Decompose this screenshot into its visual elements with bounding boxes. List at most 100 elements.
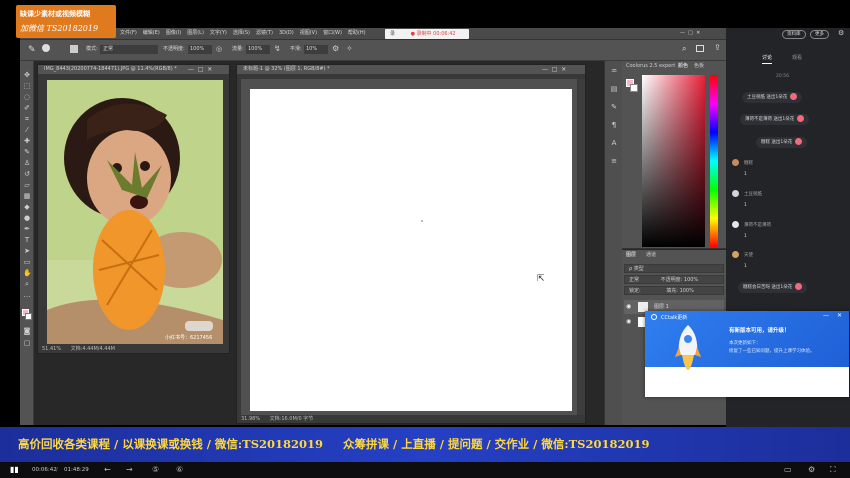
- pause-icon[interactable]: ▮▮: [10, 462, 19, 478]
- menu-item[interactable]: 选择(S): [233, 31, 250, 36]
- hand-tool-icon[interactable]: ✋: [23, 269, 32, 277]
- canvas-scrollbar[interactable]: [578, 79, 585, 415]
- brush-tool-icon[interactable]: ✎: [28, 45, 36, 55]
- healing-brush-icon[interactable]: ✚: [23, 137, 31, 145]
- brush-tool-icon[interactable]: ✎: [23, 148, 31, 156]
- layer-filter[interactable]: ρ 类型: [624, 264, 724, 273]
- menu-item[interactable]: 滤镜(T): [256, 31, 273, 36]
- opacity-field[interactable]: 100%: [188, 45, 212, 54]
- history-panel-icon[interactable]: ♒: [610, 67, 618, 75]
- window-controls[interactable]: — □ ✕: [680, 31, 700, 36]
- layer-name[interactable]: 图层 1: [654, 305, 669, 310]
- blur-tool-icon[interactable]: ◆: [23, 203, 31, 211]
- zoom-tool-icon[interactable]: ⌕: [23, 280, 31, 288]
- recording-indicator[interactable]: 录 ● 录制中 00:06:42: [385, 29, 469, 39]
- ps-menubar: 文件(F) 编辑(E) 图像(I) 图层(L) 文字(Y) 选择(S) 滤镜(T) 3D(D)…: [20, 28, 726, 40]
- tab-channels[interactable]: 通道: [642, 250, 660, 260]
- background-color-swatch[interactable]: [25, 313, 32, 320]
- pen-tool-icon[interactable]: ✒: [23, 225, 31, 233]
- brush-preset-icon[interactable]: [42, 44, 50, 52]
- canvas-zoom[interactable]: 31.98%: [241, 416, 260, 422]
- adjustments-panel-icon[interactable]: ▤: [610, 85, 618, 93]
- gradient-tool-icon[interactable]: ▦: [23, 192, 31, 200]
- move-tool-icon[interactable]: ✥: [23, 71, 31, 79]
- menu-item[interactable]: 帮助(H): [348, 31, 366, 36]
- path-select-icon[interactable]: ➤: [23, 247, 31, 255]
- brush-panel-icon[interactable]: ✎: [610, 103, 618, 111]
- menu-item[interactable]: 编辑(E): [143, 31, 160, 36]
- character-panel-icon[interactable]: A: [610, 139, 618, 147]
- smoothing-field[interactable]: 10%: [304, 45, 328, 54]
- fullscreen-toggle-icon[interactable]: ▭: [784, 462, 792, 478]
- share-icon[interactable]: ⇪: [714, 43, 721, 52]
- layer-opacity-field[interactable]: 100%: [684, 277, 698, 283]
- rewind-icon[interactable]: ⑥: [176, 462, 183, 478]
- mode-select[interactable]: 正常: [100, 45, 158, 54]
- menu-item[interactable]: 文字(Y): [210, 31, 227, 36]
- search-icon[interactable]: ⌕: [682, 44, 686, 54]
- close-icon[interactable]: ✕: [837, 312, 842, 319]
- more-button[interactable]: 更多: [810, 30, 829, 39]
- canvas-document-tab[interactable]: 未标题-1 @ 32% (图层 1, RGB/8#) *: [237, 65, 585, 74]
- blend-mode-select[interactable]: 正常: [629, 277, 639, 283]
- tab-viewers[interactable]: 观看: [792, 54, 802, 61]
- expand-icon[interactable]: ⛶: [830, 462, 836, 478]
- photo-window-controls[interactable]: — □ ✕: [188, 65, 212, 74]
- color-field[interactable]: [642, 75, 705, 247]
- clone-source-icon[interactable]: ¶: [610, 121, 618, 129]
- history-brush-icon[interactable]: ↺: [23, 170, 31, 178]
- type-tool-icon[interactable]: T: [23, 236, 31, 244]
- tab-coolorus[interactable]: Coolorus 2.5 expert: [622, 61, 679, 71]
- minimize-icon[interactable]: —: [823, 312, 829, 319]
- tab-swatches[interactable]: 色板: [690, 61, 708, 71]
- dodge-tool-icon[interactable]: ●: [23, 214, 31, 222]
- eraser-icon[interactable]: ▱: [23, 181, 31, 189]
- menu-item[interactable]: 视图(V): [300, 31, 317, 36]
- library-button[interactable]: 资料库: [782, 30, 806, 39]
- workspace-icon[interactable]: [696, 45, 704, 52]
- speed-icon[interactable]: ⑤: [152, 462, 159, 478]
- quick-mask-icon[interactable]: ◙: [23, 327, 31, 335]
- menu-item[interactable]: 窗口(W): [323, 31, 342, 36]
- crop-tool-icon[interactable]: ⌗: [23, 115, 31, 123]
- previous-icon[interactable]: ←: [104, 462, 111, 478]
- menu-item[interactable]: 文件(F): [120, 31, 137, 36]
- canvas-document-window[interactable]: 未标题-1 @ 32% (图层 1, RGB/8#) * — □ ✕ ⇱ 31.…: [236, 64, 586, 424]
- shape-tool-icon[interactable]: ▭: [23, 258, 31, 266]
- smoothing-options-icon[interactable]: ⚙: [332, 44, 339, 53]
- photo-zoom[interactable]: 51.41%: [42, 346, 61, 352]
- next-icon[interactable]: →: [126, 462, 133, 478]
- brush-settings-icon[interactable]: [70, 45, 78, 53]
- paragraph-panel-icon[interactable]: ≡: [610, 157, 618, 165]
- photo-document-window[interactable]: IMG_8443(20200774-184471).JPG @ 11.4%(RG…: [37, 64, 230, 354]
- menu-item[interactable]: 3D(D): [279, 31, 294, 36]
- tab-layers[interactable]: 图层: [622, 250, 640, 260]
- hue-slider[interactable]: [710, 75, 718, 247]
- tab-discussion[interactable]: 讨论: [762, 54, 773, 64]
- settings-gear-icon[interactable]: ⚙: [808, 462, 815, 478]
- blend-mode-row[interactable]: 正常 不透明度: 100%: [624, 275, 724, 284]
- quick-select-icon[interactable]: ✐: [23, 104, 31, 112]
- visibility-eye-icon[interactable]: ◉: [626, 303, 631, 310]
- pressure-opacity-icon[interactable]: ◎: [216, 45, 222, 53]
- fill-field[interactable]: 100%: [680, 288, 694, 294]
- background-eye-icon[interactable]: ◉: [626, 318, 631, 325]
- symmetry-icon[interactable]: ✧: [346, 44, 353, 53]
- marquee-tool-icon[interactable]: ⬚: [23, 82, 31, 90]
- screen-mode-icon[interactable]: ▢: [23, 339, 31, 347]
- update-popup: CCtalk更新 — ✕ 有新版本可用，请升级！ 本次更新如下： 修复了一些已知…: [645, 311, 849, 397]
- more-tools-icon[interactable]: …: [23, 291, 31, 299]
- menu-item[interactable]: 图层(L): [187, 31, 204, 36]
- canvas-area[interactable]: [250, 89, 572, 411]
- menu-item[interactable]: 图像(I): [166, 31, 181, 36]
- flow-field[interactable]: 100%: [246, 45, 270, 54]
- stamp-tool-icon[interactable]: ♙: [23, 159, 31, 167]
- bg-swatch[interactable]: [630, 84, 638, 92]
- settings-icon[interactable]: ⚙: [838, 29, 844, 37]
- eyedropper-icon[interactable]: ⁄: [23, 126, 31, 134]
- chat-username: 土豆很酷: [744, 192, 762, 197]
- lock-row[interactable]: 锁定: 填充: 100%: [624, 286, 724, 295]
- canvas-window-controls[interactable]: — □ ✕: [542, 65, 566, 74]
- airbrush-icon[interactable]: ↯: [274, 44, 281, 53]
- lasso-tool-icon[interactable]: ◌: [23, 93, 31, 101]
